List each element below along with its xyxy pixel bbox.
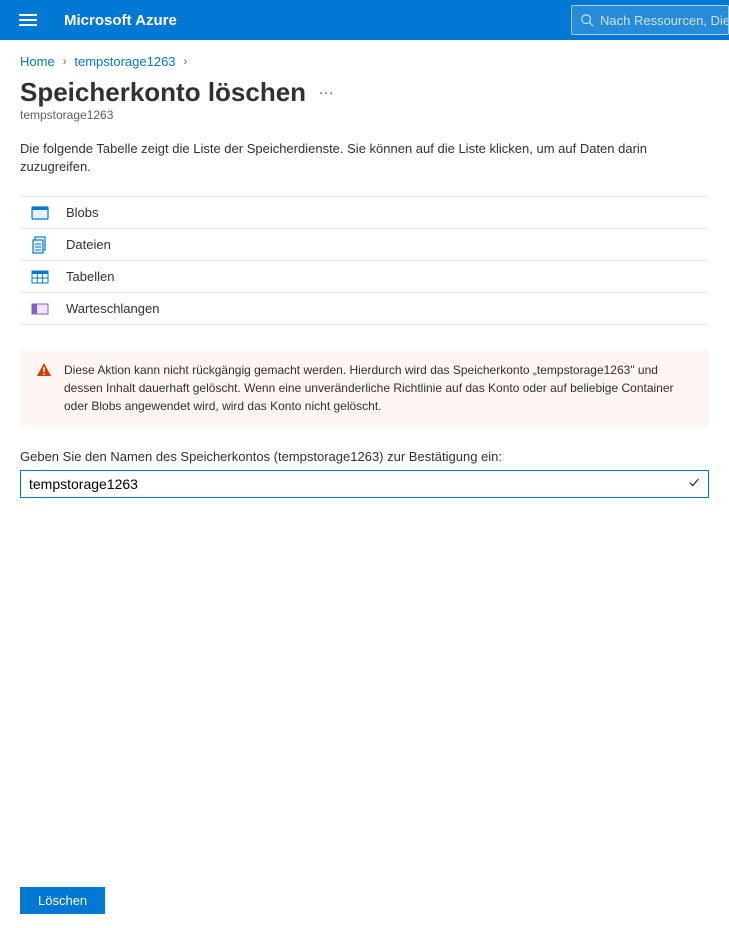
search-icon: [580, 13, 594, 27]
queue-icon: [20, 300, 60, 318]
service-label: Dateien: [60, 237, 111, 252]
service-row-queues[interactable]: Warteschlangen: [20, 293, 709, 325]
warning-icon: [36, 362, 52, 415]
service-row-files[interactable]: Dateien: [20, 229, 709, 261]
table-icon: [20, 268, 60, 286]
breadcrumb-item[interactable]: tempstorage1263: [74, 54, 175, 69]
confirm-label: Geben Sie den Namen des Speicherkontos (…: [20, 449, 709, 464]
page-header: Speicherkonto löschen …: [0, 75, 729, 108]
file-icon: [20, 236, 60, 254]
chevron-right-icon: ›: [63, 56, 67, 68]
topbar: Microsoft Azure Nach Ressourcen, Diens: [0, 0, 729, 40]
chevron-right-icon: ›: [184, 56, 188, 68]
service-label: Tabellen: [60, 269, 114, 284]
hamburger-menu-button[interactable]: [8, 0, 48, 40]
delete-button[interactable]: Löschen: [20, 887, 105, 914]
search-input[interactable]: Nach Ressourcen, Diens: [571, 5, 729, 35]
service-row-tables[interactable]: Tabellen: [20, 261, 709, 293]
service-label: Blobs: [60, 205, 99, 220]
page-subtitle: tempstorage1263: [0, 108, 729, 140]
service-label: Warteschlangen: [60, 301, 159, 316]
brand-label: Microsoft Azure: [64, 12, 177, 29]
breadcrumb: Home › tempstorage1263 ›: [0, 40, 729, 75]
warning-box: Diese Aktion kann nicht rückgängig gemac…: [20, 349, 709, 427]
warning-text: Diese Aktion kann nicht rückgängig gemac…: [64, 361, 693, 415]
confirm-input-wrap: [20, 470, 709, 498]
search-placeholder: Nach Ressourcen, Diens: [600, 13, 729, 28]
blob-icon: [20, 204, 60, 222]
breadcrumb-home[interactable]: Home: [20, 54, 55, 69]
hamburger-icon: [19, 19, 37, 21]
intro-text: Die folgende Tabelle zeigt die Liste der…: [20, 140, 709, 176]
service-list: Blobs Dateien Tabellen Warteschlangen: [20, 196, 709, 325]
more-actions-button[interactable]: …: [318, 81, 335, 105]
confirm-input[interactable]: [20, 470, 709, 498]
check-icon: [687, 476, 701, 493]
footer: Löschen: [20, 887, 105, 914]
page-title: Speicherkonto löschen: [20, 77, 306, 108]
service-row-blobs[interactable]: Blobs: [20, 197, 709, 229]
